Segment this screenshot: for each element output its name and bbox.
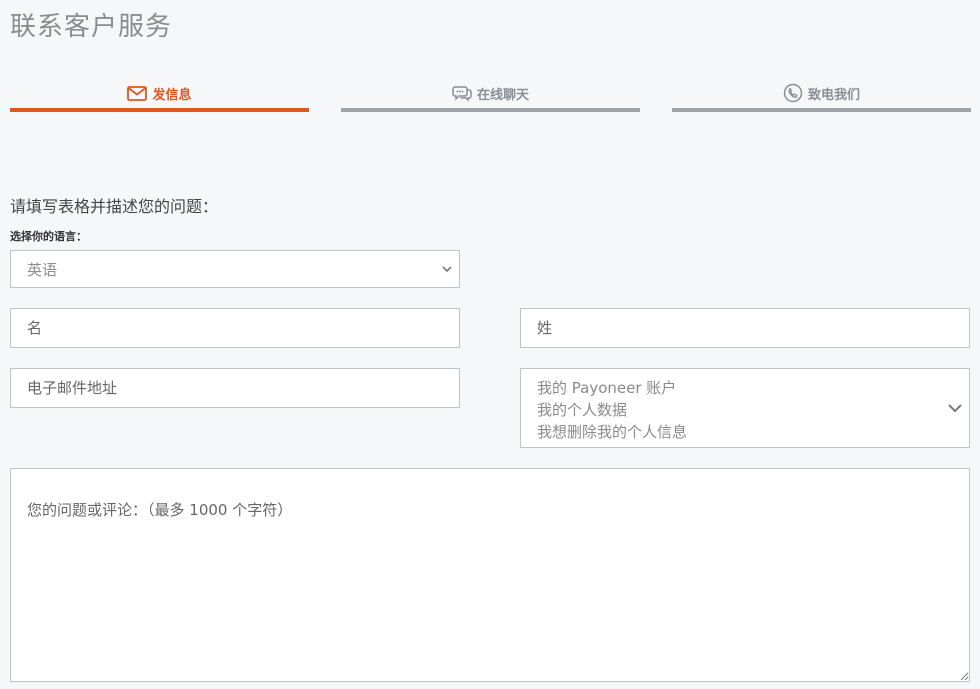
chat-bubbles-icon	[452, 85, 472, 102]
chevron-down-icon	[947, 403, 963, 413]
topic-option[interactable]: 我的 Payoneer 账户	[537, 377, 969, 399]
language-select[interactable]: 英语	[10, 250, 460, 288]
tab-indicator	[672, 108, 971, 112]
first-name-input[interactable]	[10, 308, 460, 348]
form-intro: 请填写表格并描述您的问题：	[10, 197, 219, 216]
topic-select[interactable]: 我的 Payoneer 账户 我的个人数据 我想删除我的个人信息	[520, 368, 970, 448]
last-name-input[interactable]	[520, 308, 970, 348]
tab-call-us[interactable]: 致电我们	[672, 74, 971, 112]
tab-live-chat[interactable]: 在线聊天	[341, 74, 640, 112]
tab-send-message[interactable]: 发信息	[10, 74, 309, 112]
topic-option[interactable]: 我想删除我的个人信息	[537, 421, 969, 443]
comment-textarea[interactable]	[10, 468, 970, 682]
tab-send-message-label: 发信息	[152, 87, 192, 103]
contact-tabs: 发信息 在线聊天 致电我们	[10, 74, 971, 114]
phone-icon	[783, 83, 803, 103]
language-label: 选择你的语言：	[10, 230, 87, 243]
tab-live-chat-label: 在线聊天	[476, 87, 529, 103]
language-select-value: 英语	[27, 260, 58, 279]
chevron-down-icon	[441, 265, 453, 273]
email-input[interactable]	[10, 368, 460, 408]
tab-indicator	[341, 108, 640, 112]
page-title: 联系客户服务	[10, 12, 173, 42]
envelope-icon	[127, 85, 148, 101]
tab-indicator	[10, 108, 309, 112]
topic-option[interactable]: 我的个人数据	[537, 399, 969, 421]
tab-call-us-label: 致电我们	[807, 87, 860, 103]
